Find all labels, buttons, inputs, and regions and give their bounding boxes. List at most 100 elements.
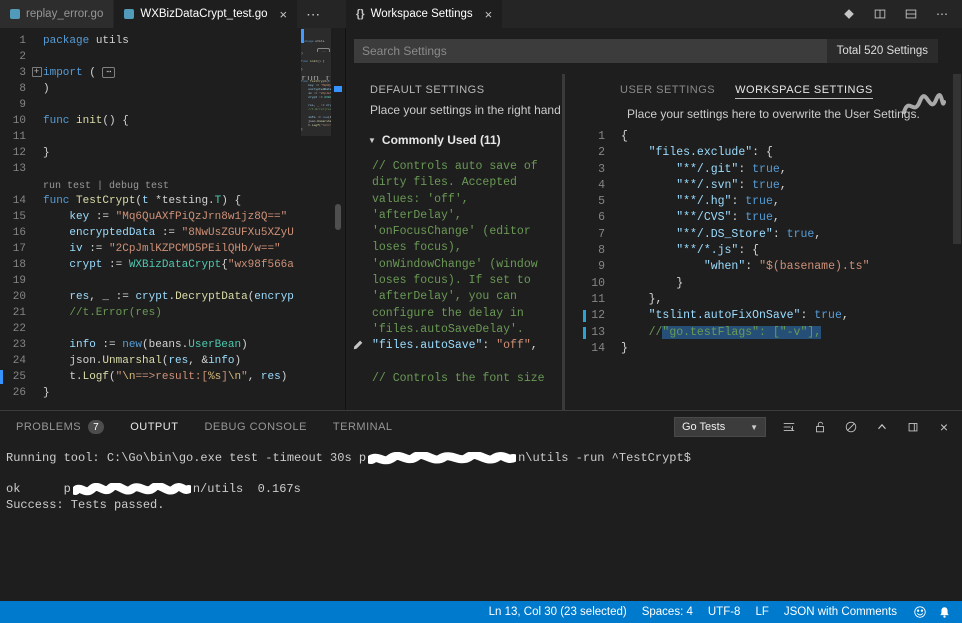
tab-bar: replay_error.goWXBizDataCrypt_test.go×⋯ … [0, 0, 962, 28]
fold-gutter [30, 145, 43, 161]
scrollbar-thumb[interactable] [335, 204, 341, 230]
default-setting-line: values: 'off', [372, 192, 562, 208]
code-line: 22 [0, 321, 301, 337]
panel-tab-terminal[interactable]: TERMINAL [333, 421, 393, 433]
commonly-used-section[interactable]: ▼ Commonly Used (11) [368, 133, 562, 147]
line-number: 3 [565, 162, 621, 178]
workspace-settings-json[interactable]: 1{2 "files.exclude": {3 "**/.git": true,… [565, 129, 962, 357]
codelens-run-debug-test[interactable]: run test | debug test [43, 177, 169, 193]
more-tabs-icon[interactable]: ⋯ [298, 0, 328, 28]
code-line: 23 info := new(beans.UserBean) [0, 337, 301, 353]
output-channel-dropdown[interactable]: Go Tests ▼ [674, 417, 766, 437]
fold-gutter [30, 97, 43, 113]
line-number: 13 [565, 325, 621, 341]
fold-gutter [30, 177, 43, 193]
panel-tab-output[interactable]: OUTPUT [130, 421, 178, 433]
tab-workspace-settings-scope[interactable]: WORKSPACE SETTINGS [735, 84, 873, 99]
line-content: loses focus). If set to [372, 273, 562, 289]
search-placeholder: Search Settings [354, 44, 827, 58]
line-content: // Controls auto save of [372, 159, 562, 175]
status-language-mode[interactable]: JSON with Comments [784, 606, 897, 618]
line-content: "files.exclude": { [621, 145, 773, 161]
scroll-lock-icon[interactable] [781, 419, 797, 435]
restore-panel-icon[interactable] [905, 419, 921, 435]
default-setting-line: configure the delay in [372, 306, 562, 322]
fold-gutter [30, 241, 43, 257]
split-editor-icon[interactable] [872, 6, 888, 22]
line-number: 19 [0, 273, 30, 289]
output-content[interactable]: Running tool: C:\Go\bin\go.exe test -tim… [0, 443, 962, 601]
line-number: 1 [565, 129, 621, 145]
editor-layout-icon[interactable] [903, 6, 919, 22]
feedback-smiley-icon[interactable] [912, 605, 927, 620]
panel-header: PROBLEMS7 OUTPUT DEBUG CONSOLE TERMINAL Go … [0, 411, 962, 443]
status-indentation[interactable]: Spaces: 4 [642, 606, 693, 618]
redaction-scribble [900, 92, 946, 120]
panel-tab-label: DEBUG CONSOLE [204, 421, 306, 433]
status-eol[interactable]: LF [755, 606, 768, 618]
line-number: 1 [0, 33, 30, 49]
edit-pencil-icon[interactable] [352, 339, 364, 357]
diamond-icon[interactable] [841, 6, 857, 22]
maximize-panel-icon[interactable] [874, 419, 890, 435]
settings-search-input[interactable]: Search Settings Total 520 Settings [354, 39, 938, 63]
fold-plus-icon[interactable]: + [32, 67, 42, 77]
json-line: 8 "**/*.js": { [565, 243, 962, 259]
line-number: 9 [565, 259, 621, 275]
line-content: import ( ⋯ [43, 65, 115, 81]
panel-tab-debug-console[interactable]: DEBUG CONSOLE [204, 421, 306, 433]
json-line: 11 }, [565, 292, 962, 308]
status-encoding[interactable]: UTF-8 [708, 606, 741, 618]
line-content: } [621, 276, 683, 292]
line-number: 2 [565, 145, 621, 161]
code-line: 8) [0, 81, 301, 97]
scrollbar[interactable] [953, 74, 961, 244]
close-icon[interactable]: × [280, 8, 288, 21]
default-setting-line: // Controls auto save of [372, 159, 562, 175]
notifications-bell-icon[interactable] [937, 605, 952, 620]
minimap-slider[interactable] [301, 28, 331, 136]
unlock-icon[interactable] [812, 419, 828, 435]
bottom-panel: PROBLEMS7 OUTPUT DEBUG CONSOLE TERMINAL Go … [0, 410, 962, 601]
output-line: Running tool: C:\Go\bin\go.exe test -tim… [6, 451, 962, 467]
code-area[interactable]: 1package utils23+import ( ⋯8)910func ini… [0, 28, 301, 410]
close-panel-icon[interactable]: × [936, 419, 952, 435]
code-line: 13 [0, 161, 301, 177]
default-setting-line: 'afterDelay', [372, 208, 562, 224]
fold-gutter [30, 225, 43, 241]
default-setting-line: loses focus). If set to [372, 273, 562, 289]
tab-user-settings[interactable]: USER SETTINGS [620, 84, 715, 99]
minimap[interactable]: package utilsimport ( ⋯)func init() {}ru… [301, 28, 331, 410]
line-content: func TestCrypt(t *testing.T) { [43, 193, 241, 209]
more-actions-icon[interactable]: ⋯ [934, 6, 950, 22]
default-setting-line: "files.autoSave": "off", [372, 338, 562, 354]
commonly-used-label: Commonly Used (11) [382, 133, 501, 147]
line-content: "**/.DS_Store": true, [621, 227, 821, 243]
fold-gutter [30, 321, 43, 337]
default-setting-line: loses focus), [372, 240, 562, 256]
line-number: 23 [0, 337, 30, 353]
tab-workspace-settings[interactable]: {} Workspace Settings × [346, 0, 503, 28]
code-line: 21 //t.Error(res) [0, 305, 301, 321]
editor-tab-group-left: replay_error.go WXBizDataCrypt_test.go×⋯ [0, 0, 346, 28]
status-cursor-position[interactable]: Ln 13, Col 30 (23 selected) [489, 606, 627, 618]
panel-tab-problems[interactable]: PROBLEMS7 [16, 420, 104, 434]
fold-gutter [30, 273, 43, 289]
code-line: 14func TestCrypt(t *testing.T) { [0, 193, 301, 209]
fold-gutter [30, 161, 43, 177]
line-content: 'afterDelay', you can [372, 289, 562, 305]
line-content: "tslint.autoFixOnSave": true, [621, 308, 849, 324]
tab-replay-error-go[interactable]: replay_error.go [0, 0, 114, 28]
panel-tab-label: PROBLEMS [16, 421, 81, 433]
line-number: 16 [0, 225, 30, 241]
output-text: n\utils -run ^TestCrypt$ [518, 451, 691, 467]
fold-gutter [30, 305, 43, 321]
line-content: 'files.autoSaveDelay'. [372, 322, 562, 338]
code-line: 9 [0, 97, 301, 113]
close-icon[interactable]: × [485, 8, 493, 21]
clear-output-icon[interactable] [843, 419, 859, 435]
code-line: 15 key := "Mq6QuAXfPiQzJrn8w1jz8Q==" [0, 209, 301, 225]
tab-label: replay_error.go [26, 8, 103, 20]
tab-wxbizdatacrypt-test-go[interactable]: WXBizDataCrypt_test.go× [114, 0, 298, 28]
panel-tabs: PROBLEMS7 OUTPUT DEBUG CONSOLE TERMINAL [16, 411, 419, 443]
